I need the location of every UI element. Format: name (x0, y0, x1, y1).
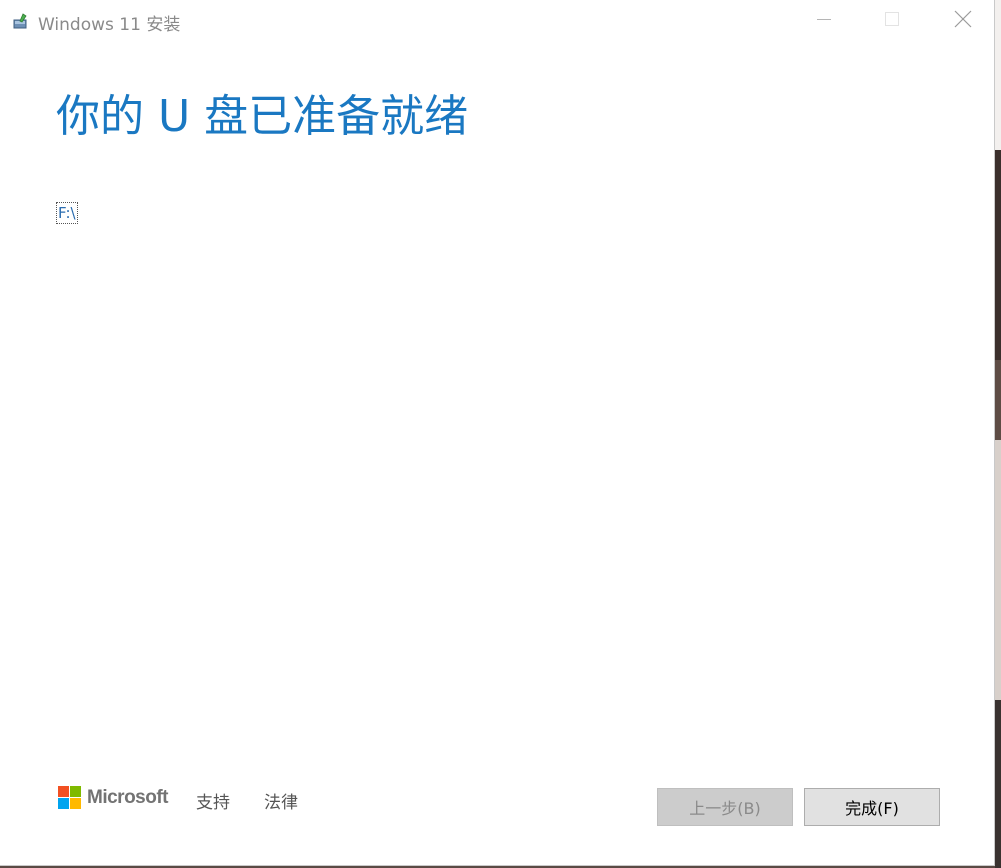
minimize-icon (816, 11, 832, 31)
maximize-icon (884, 11, 900, 31)
support-link[interactable]: 支持 (196, 788, 230, 813)
close-icon (954, 10, 972, 32)
legal-link[interactable]: 法律 (264, 788, 298, 813)
window-title: Windows 11 安装 (38, 15, 181, 35)
title-bar[interactable]: Windows 11 安装 (0, 0, 995, 42)
desktop-background-edge (995, 0, 1001, 868)
close-button[interactable] (940, 0, 986, 42)
finish-button[interactable]: 完成(F) (804, 788, 940, 826)
maximize-button (869, 0, 915, 42)
microsoft-logo-icon (58, 786, 81, 809)
back-button[interactable]: 上一步(B) (657, 788, 793, 826)
minimize-button[interactable] (801, 0, 847, 42)
microsoft-wordmark: Microsoft (87, 786, 169, 808)
microsoft-logo: Microsoft (58, 786, 169, 809)
drive-list-item[interactable]: F:\ (56, 202, 78, 224)
page-title: 你的 U 盘已准备就绪 (56, 91, 469, 142)
setup-installer-icon (12, 12, 30, 30)
setup-window: Windows 11 安装 你的 U 盘已准备就绪 F:\ Microsoft … (0, 0, 995, 866)
